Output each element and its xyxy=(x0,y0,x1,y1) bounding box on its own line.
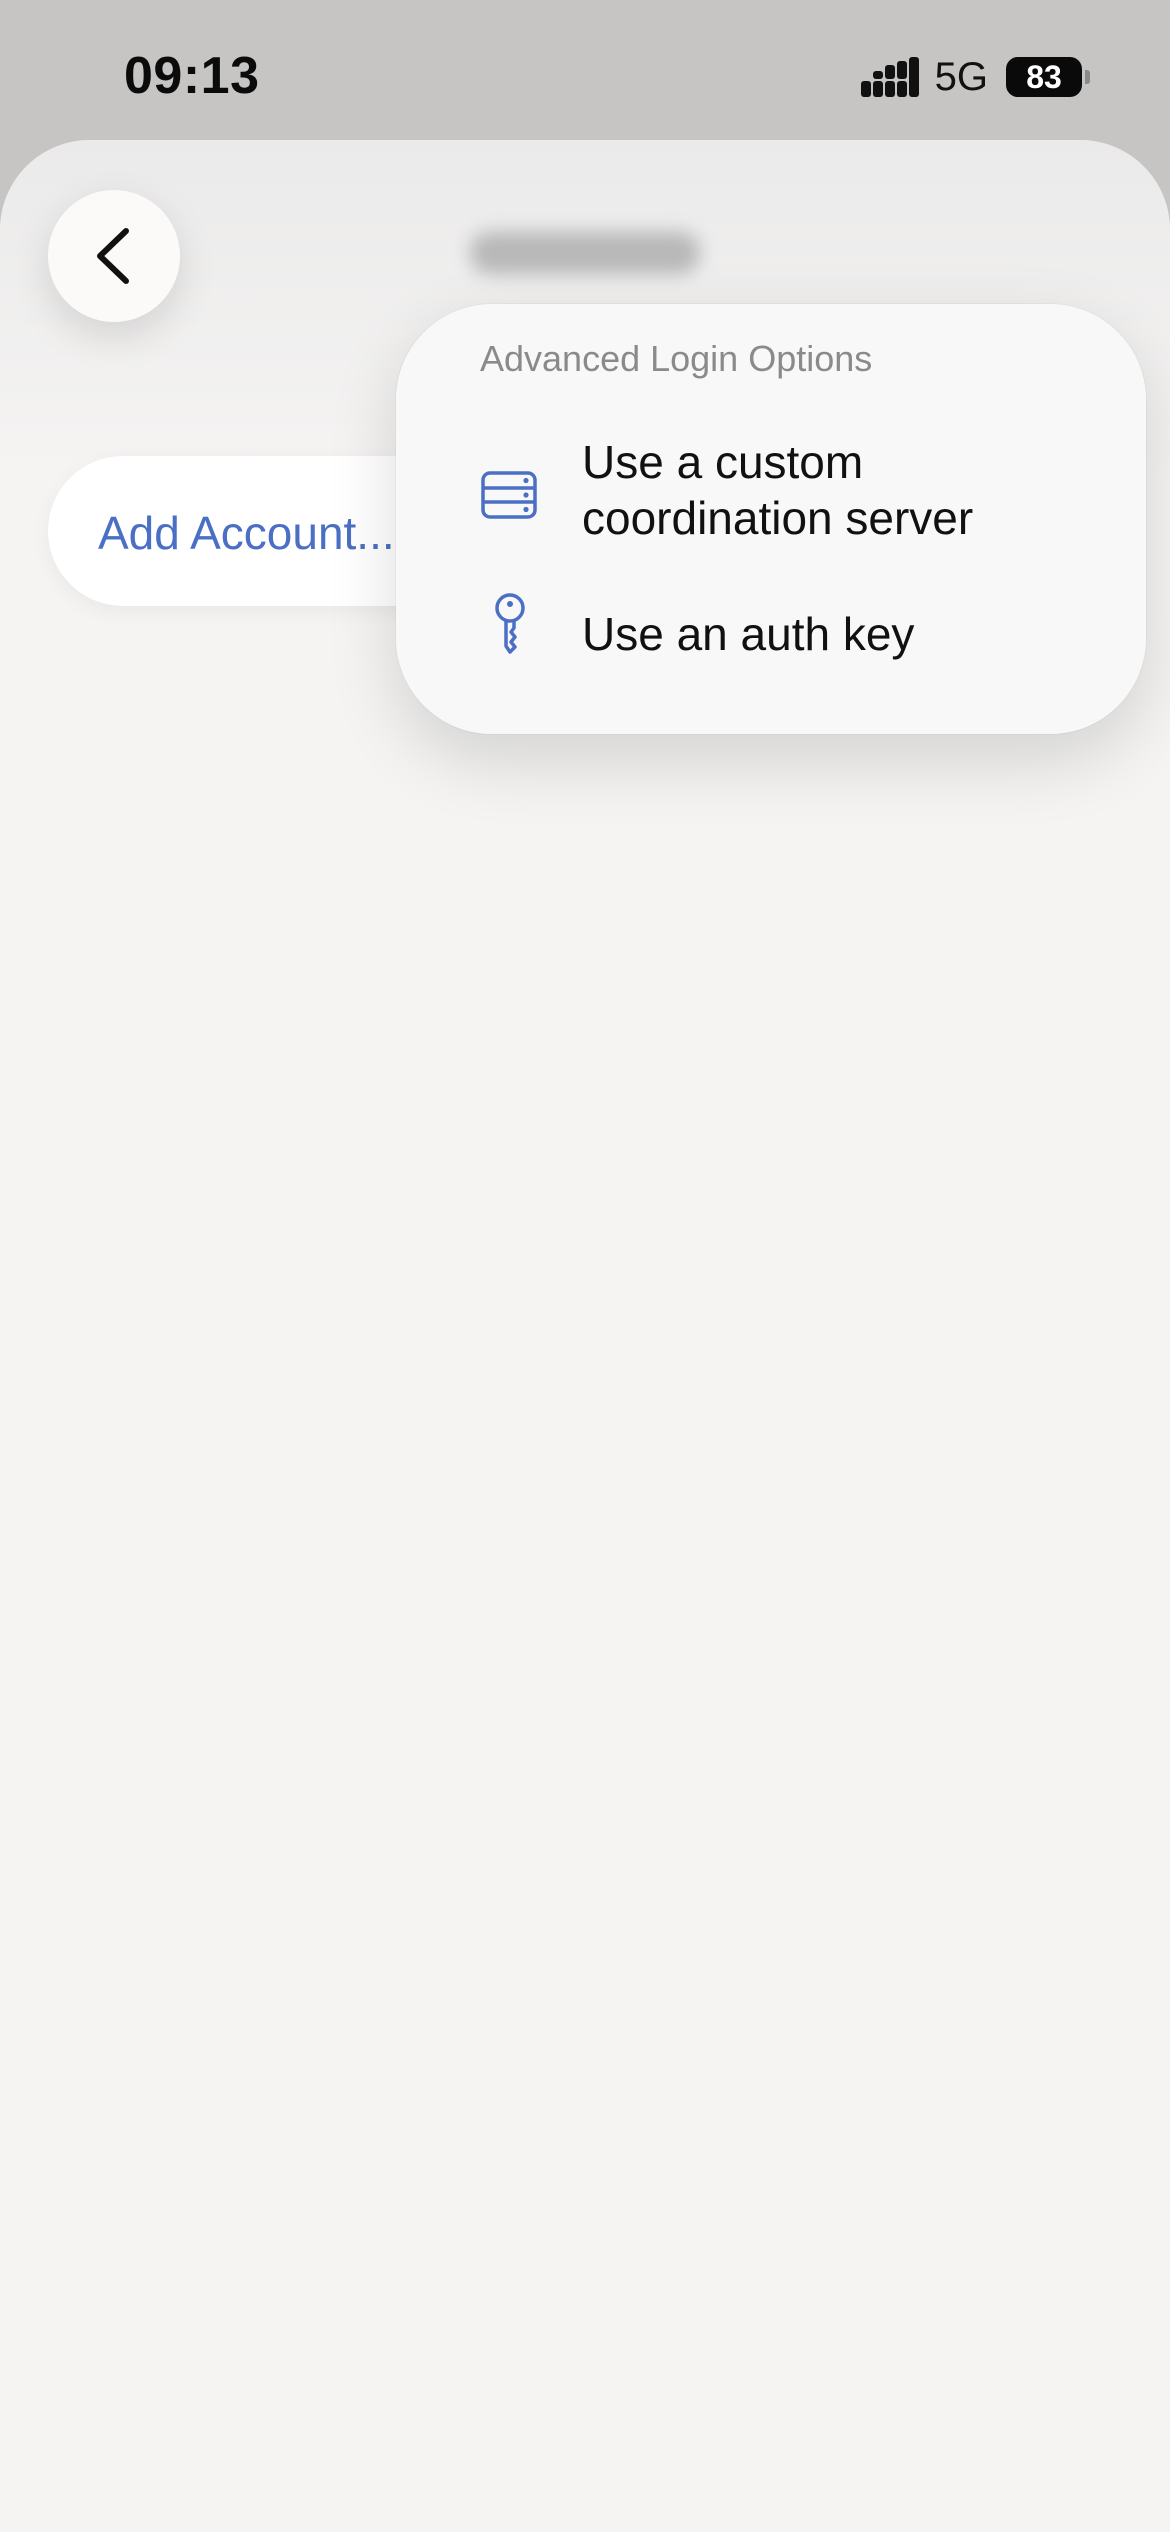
battery-level: 83 xyxy=(1006,57,1082,97)
main-sheet: Add Account... Advanced Login Options Us… xyxy=(0,140,1170,2532)
server-icon xyxy=(481,471,537,519)
status-bar: 09:13 5G 83 xyxy=(0,0,1170,150)
screen: 09:13 5G 83 Add Account... Advanced Logi… xyxy=(0,0,1170,2532)
status-time: 09:13 xyxy=(124,47,260,105)
advanced-login-menu: Advanced Login Options Use a custom coor… xyxy=(396,304,1146,734)
menu-item-label: Use a custom coordination server xyxy=(582,436,974,544)
chevron-left-icon xyxy=(97,228,129,284)
menu-item-label: Use an auth key xyxy=(582,608,915,660)
menu-item-auth-key[interactable]: Use an auth key xyxy=(396,593,1146,686)
battery-cap xyxy=(1085,70,1090,84)
battery-icon: 83 xyxy=(1006,56,1090,98)
obscured-title xyxy=(470,232,700,274)
menu-title: Advanced Login Options xyxy=(480,338,873,379)
signal-icon xyxy=(860,57,919,97)
network-label: 5G xyxy=(934,54,988,99)
key-icon xyxy=(495,593,525,654)
add-account-label: Add Account... xyxy=(98,507,395,559)
menu-item-custom-server[interactable]: Use a custom coordination server xyxy=(396,434,1146,574)
back-button[interactable] xyxy=(48,190,180,322)
status-indicators: 5G 83 xyxy=(860,52,1090,102)
